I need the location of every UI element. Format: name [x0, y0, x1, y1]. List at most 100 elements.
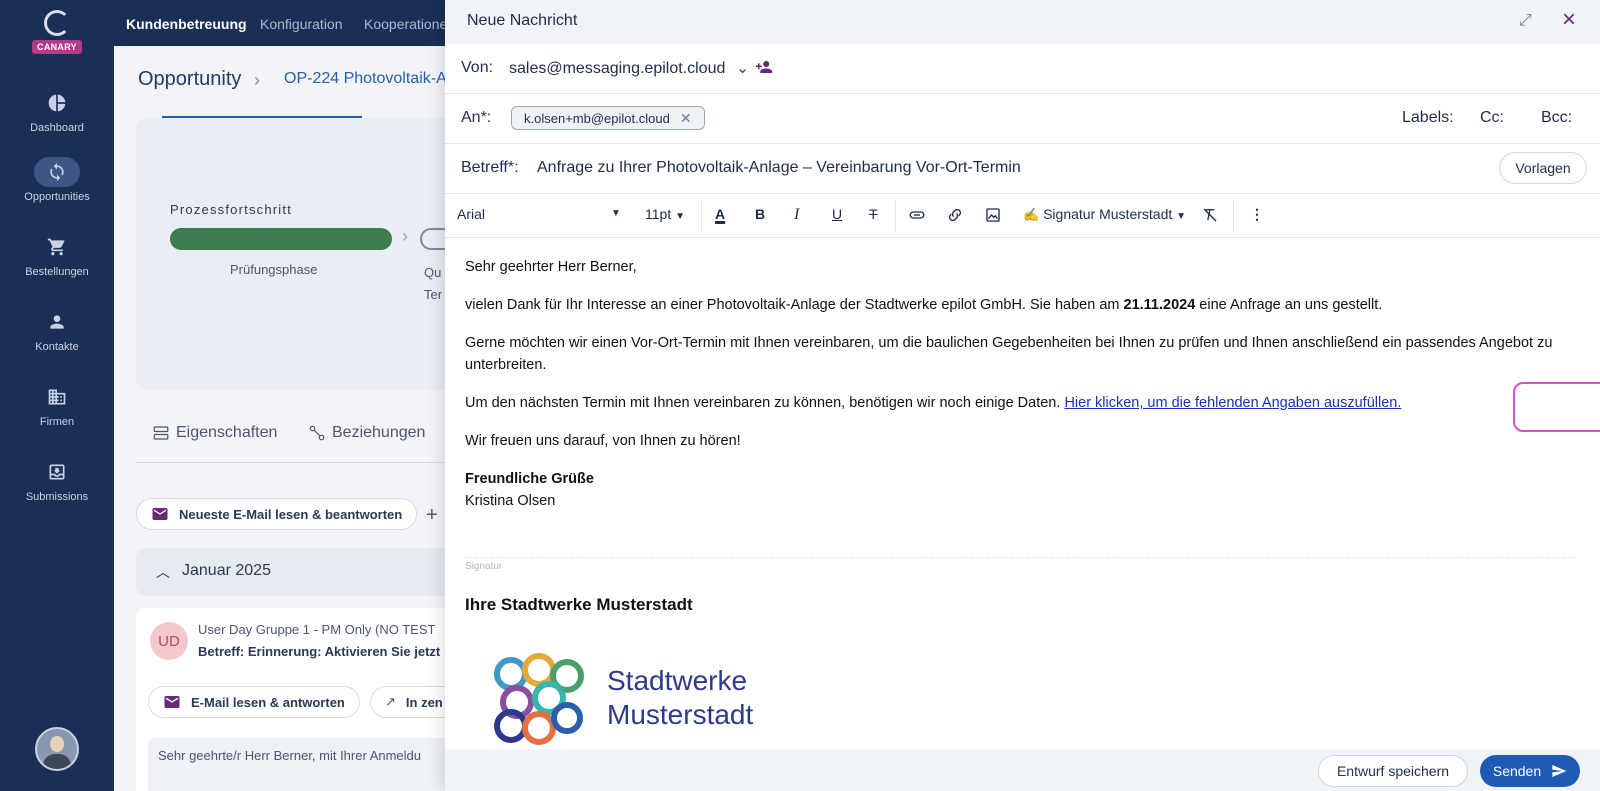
- user-avatar[interactable]: [35, 727, 79, 771]
- month-label: Januar 2025: [182, 562, 271, 579]
- sidebar-item-kontakte[interactable]: Kontakte: [0, 307, 114, 353]
- paragraph-4: Wir freuen uns darauf, von Ihnen zu höre…: [465, 433, 741, 449]
- read-latest-email-button[interactable]: Neueste E-Mail lesen & beantworten: [136, 498, 418, 530]
- save-draft-button[interactable]: Entwurf speichern: [1318, 755, 1468, 787]
- button-label: E-Mail lesen & antworten: [191, 694, 345, 710]
- list-icon: [153, 426, 169, 440]
- bcc-toggle[interactable]: Bcc:: [1541, 109, 1572, 127]
- text-color-icon[interactable]: A: [715, 206, 725, 222]
- sidebar-item-firmen[interactable]: Firmen: [0, 382, 114, 428]
- caret-down-icon: ▼: [675, 211, 686, 222]
- breadcrumb: OP-224 Photovoltaik-A: [284, 70, 447, 87]
- process-label: Prozessfortschritt: [170, 202, 293, 217]
- italic-icon[interactable]: I: [794, 206, 799, 224]
- from-select[interactable]: sales@messaging.epilot.cloud ⌄: [509, 58, 749, 78]
- link-highlight-annotation: [1513, 382, 1600, 432]
- text: eine Anfrage an uns gestellt.: [1195, 297, 1383, 313]
- remove-icon[interactable]: ✕: [680, 110, 692, 127]
- underline-icon[interactable]: U: [832, 206, 842, 222]
- size-value: 11pt: [645, 206, 672, 222]
- templates-button[interactable]: Vorlagen: [1499, 152, 1587, 184]
- relations-icon: [309, 425, 325, 441]
- font-family-select[interactable]: Arial: [457, 206, 485, 222]
- font-value: Arial: [457, 206, 486, 222]
- divider: [1233, 200, 1234, 232]
- sidebar-item-submissions[interactable]: Submissions: [0, 457, 114, 503]
- sidebar-item-opportunities[interactable]: Opportunities: [0, 157, 114, 203]
- sync-icon: [50, 162, 64, 182]
- topnav-item-kooperationen[interactable]: Kooperationen: [364, 16, 455, 32]
- sidebar-item-label: Dashboard: [30, 122, 84, 134]
- font-size-select[interactable]: 11pt ▼: [645, 206, 685, 222]
- signature-divider: [465, 557, 1575, 558]
- recipient-chip[interactable]: k.olsen+mb@epilot.cloud ✕: [511, 106, 705, 130]
- topnav-item-kundenbetreuung[interactable]: Kundenbetreuung: [126, 16, 247, 32]
- sidebar-item-label: Firmen: [39, 416, 75, 428]
- sidebar-item-dashboard[interactable]: Dashboard: [0, 88, 114, 134]
- inbox-icon: [49, 464, 65, 480]
- from-row: Von: sales@messaging.epilot.cloud ⌄: [445, 44, 1600, 94]
- request-date: 21.11.2024: [1123, 297, 1196, 313]
- chevron-right-icon: ›: [254, 70, 260, 90]
- bold-icon[interactable]: B: [755, 206, 765, 222]
- add-icon[interactable]: +: [426, 504, 438, 527]
- dialog-footer: Entwurf speichern Senden: [445, 749, 1600, 791]
- email-reply-button[interactable]: E-Mail lesen & antworten: [148, 686, 360, 718]
- close-icon[interactable]: ×: [1557, 8, 1581, 32]
- cc-toggle[interactable]: Cc:: [1480, 109, 1504, 127]
- app-logo[interactable]: CANARY: [0, 10, 114, 55]
- editor-toolbar: Arial ▼ 11pt ▼ A B I U T ✍ Signatur Must…: [445, 194, 1600, 238]
- image-icon[interactable]: [984, 206, 1002, 227]
- link-icon[interactable]: [946, 206, 964, 227]
- page-title[interactable]: Opportunity: [138, 68, 241, 91]
- add-person-icon[interactable]: [755, 58, 773, 81]
- text: vielen Dank für Ihr Interesse an einer P…: [465, 297, 1124, 313]
- to-row: An*: k.olsen+mb@epilot.cloud ✕ Labels: C…: [445, 94, 1600, 144]
- button-label: Senden: [1492, 763, 1542, 779]
- person-icon: [50, 315, 64, 329]
- next-phase-label: Qu Ter: [424, 262, 442, 306]
- divider: [895, 200, 896, 232]
- paragraph-2-line1: Gerne möchten wir einen Vor-Ort-Termin m…: [465, 335, 1553, 351]
- tab-label: Eigenschaften: [176, 424, 278, 441]
- form-link[interactable]: Hier klicken, um die fehlenden Angaben a…: [1064, 395, 1401, 411]
- paragraph-1: vielen Dank für Ihr Interesse an einer P…: [465, 294, 1382, 316]
- logo-line1: Stadtwerke: [607, 665, 748, 696]
- next-phase-line2: Ter: [424, 287, 443, 302]
- sidebar-item-label: Bestellungen: [25, 266, 89, 278]
- stadtwerke-logo-text: Stadtwerke Musterstadt: [607, 664, 753, 732]
- chevron-down-icon: ⌄: [735, 60, 750, 77]
- activity-author: User Day Gruppe 1 - PM Only (NO TEST: [198, 622, 436, 637]
- attachment-icon[interactable]: [908, 206, 926, 227]
- progress-step-completed[interactable]: [170, 228, 392, 250]
- tab-beziehungen[interactable]: Beziehungen: [308, 424, 425, 442]
- topnav-item-konfiguration[interactable]: Konfiguration: [260, 16, 343, 32]
- activity-subject: Betreff: Erinnerung: Aktivieren Sie jetz…: [198, 644, 441, 659]
- tab-label: Beziehungen: [332, 424, 426, 441]
- sidebar-item-bestellungen[interactable]: Bestellungen: [0, 232, 114, 278]
- expand-icon[interactable]: ⤢: [1519, 12, 1539, 32]
- tab-eigenschaften[interactable]: Eigenschaften: [152, 424, 277, 442]
- signature-select[interactable]: ✍ Signatur Musterstadt ▼: [1023, 206, 1186, 223]
- sidebar-item-label: Kontakte: [35, 341, 79, 353]
- strikethrough-icon[interactable]: T: [869, 206, 878, 222]
- labels-toggle[interactable]: Labels:: [1402, 109, 1454, 127]
- building-icon: [48, 389, 66, 405]
- stadtwerke-logo: [494, 653, 584, 745]
- chevron-right-icon: ›: [402, 226, 408, 246]
- more-vertical-icon[interactable]: ⋮: [1250, 206, 1264, 223]
- pie-chart-icon: [48, 94, 66, 112]
- sidebar: CANARY Dashboard Opportunities Bestellun…: [0, 0, 114, 791]
- phase-label: Prüfungsphase: [230, 262, 318, 277]
- paragraph-3: Um den nächsten Termin mit Ihnen vereinb…: [465, 392, 1401, 414]
- cart-icon: [47, 238, 65, 256]
- chevron-up-icon: ︿: [156, 564, 170, 580]
- clear-format-icon[interactable]: [1201, 206, 1219, 227]
- subject-input[interactable]: Anfrage zu Ihrer Photovoltaik-Anlage – V…: [537, 159, 1021, 177]
- logo-icon: [44, 10, 70, 36]
- recipient-email: k.olsen+mb@epilot.cloud: [524, 110, 670, 126]
- closing: Freundliche Grüße: [465, 471, 594, 487]
- send-button[interactable]: Senden: [1480, 755, 1580, 787]
- sidebar-item-label: Opportunities: [24, 191, 90, 203]
- button-label: In zen: [405, 694, 443, 710]
